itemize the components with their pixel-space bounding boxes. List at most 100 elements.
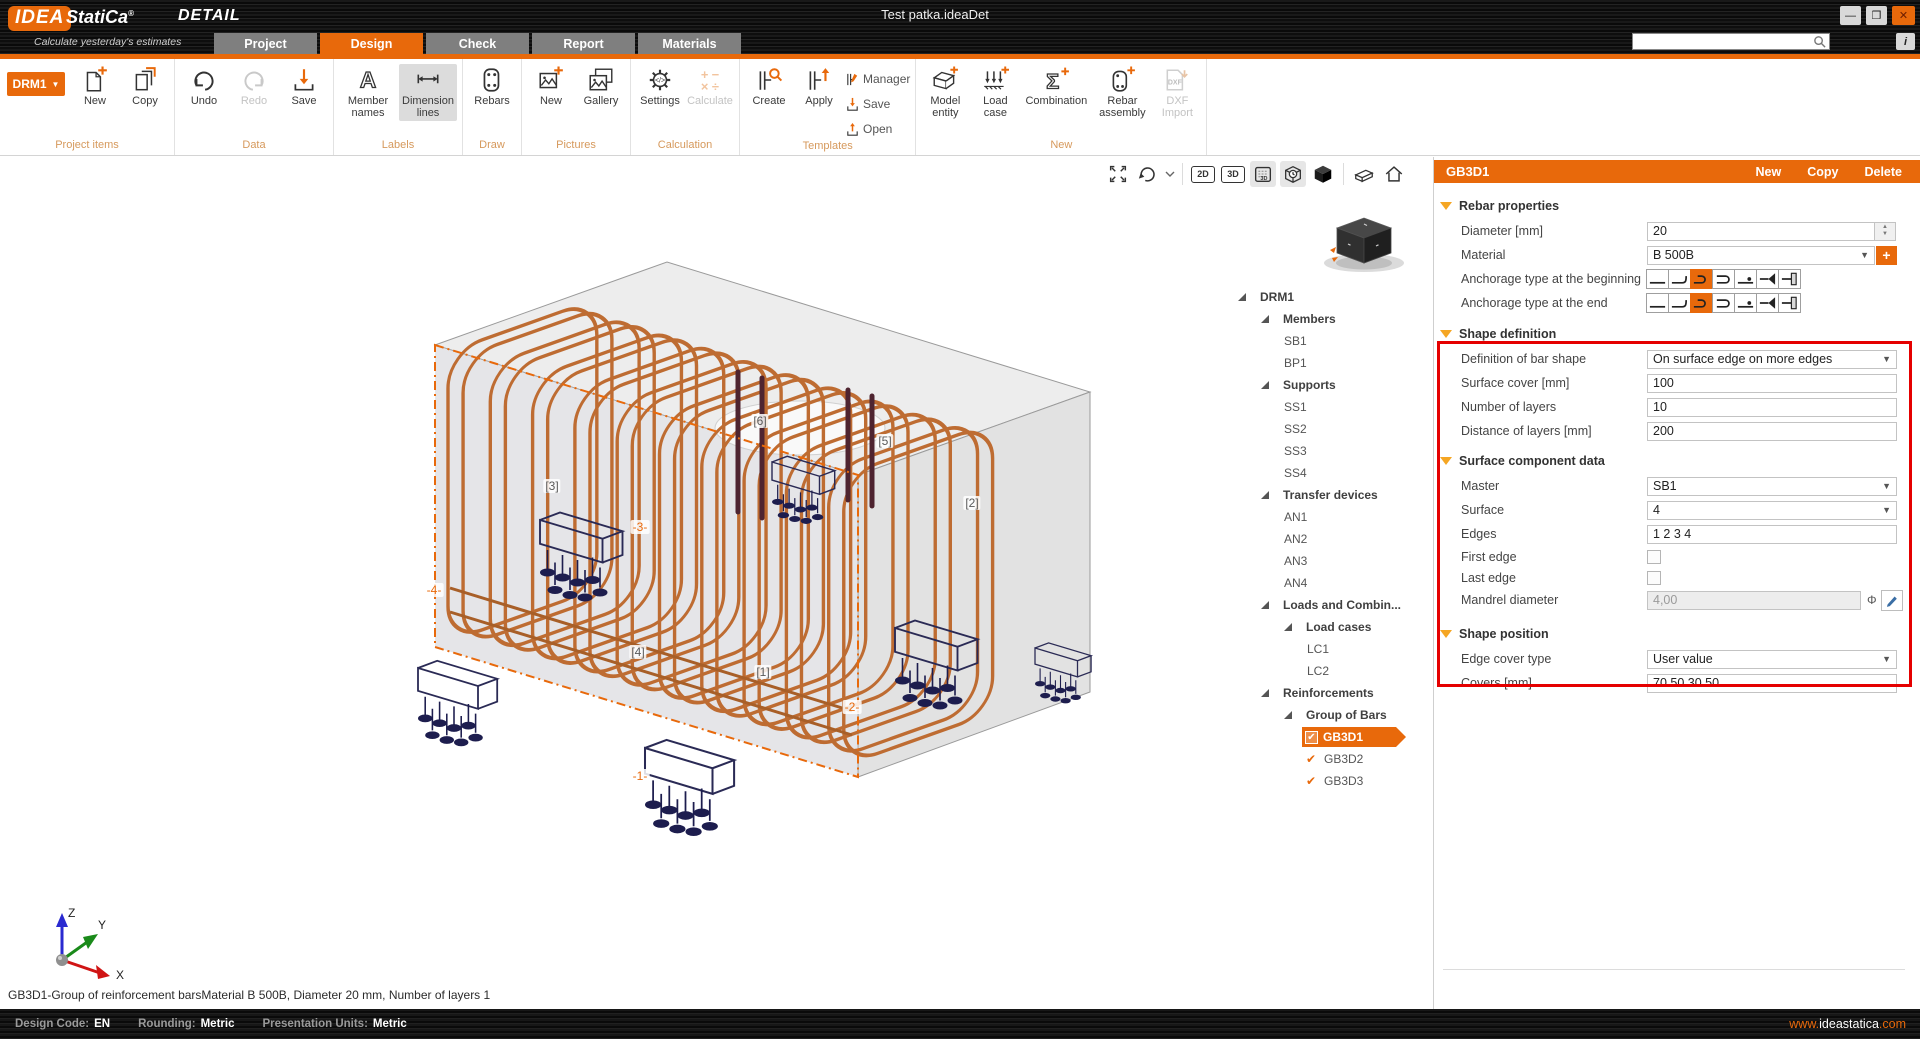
visibility-checkbox[interactable]: ✔ (1306, 774, 1324, 788)
tree-item-ss4[interactable]: SS4 (1238, 462, 1428, 484)
edges-input[interactable] (1647, 525, 1897, 544)
tree-item-gb3d2[interactable]: ✔GB3D2 (1238, 748, 1428, 770)
tree-item-drm1[interactable]: DRM1 (1238, 286, 1428, 308)
template-save-button[interactable]: Save (845, 93, 910, 115)
first-edge-checkbox[interactable] (1647, 550, 1661, 564)
section-surface-component-data[interactable]: Surface component data (1440, 452, 1920, 470)
delete-button[interactable]: Delete (1864, 165, 1902, 179)
anchorage-welded-bar-button[interactable] (1734, 293, 1757, 313)
rotate-view-button[interactable] (1135, 161, 1161, 187)
anchorage-bend-up-button[interactable] (1668, 269, 1691, 289)
tree-item-an3[interactable]: AN3 (1238, 550, 1428, 572)
rebar-assembly-button[interactable]: Rebar assembly (1093, 64, 1151, 121)
anchorage-loop-button[interactable] (1712, 293, 1735, 313)
tab-report[interactable]: Report (532, 33, 635, 54)
expander-icon[interactable] (1261, 689, 1283, 697)
tree-item-an2[interactable]: AN2 (1238, 528, 1428, 550)
tree-item-an1[interactable]: AN1 (1238, 506, 1428, 528)
new-button[interactable]: New (1756, 165, 1782, 179)
dxf-import-button[interactable]: DXF DXF Import (1153, 64, 1201, 121)
member-names-button[interactable]: A Member names (339, 64, 397, 121)
combination-button[interactable]: Σ Combination (1021, 64, 1091, 110)
anchorage-straight-button[interactable] (1646, 269, 1669, 289)
anchorage-straight-button[interactable] (1646, 293, 1669, 313)
dimension-lines-button[interactable]: Dimension lines (399, 64, 457, 121)
view-3d-button[interactable]: 3D (1220, 161, 1246, 187)
tree-item-an4[interactable]: AN4 (1238, 572, 1428, 594)
anchorage-hook-button[interactable] (1690, 269, 1713, 289)
tree-item-loads-and-combinations[interactable]: Loads and Combin... (1238, 594, 1428, 616)
solid-element-button[interactable] (1351, 161, 1377, 187)
expander-icon[interactable] (1284, 623, 1306, 631)
search-input[interactable] (1633, 35, 1813, 48)
new-picture-button[interactable]: New (527, 64, 575, 110)
edge-cover-type-select[interactable]: User value▼ (1647, 650, 1897, 669)
save-button[interactable]: Save (280, 64, 328, 110)
anchorage-plate-button[interactable] (1778, 269, 1801, 289)
mandrel-diameter-input[interactable] (1647, 591, 1861, 610)
minimize-button[interactable]: — (1840, 6, 1861, 25)
surface-select[interactable]: 4▼ (1647, 501, 1897, 520)
template-open-button[interactable]: Open (845, 118, 910, 140)
section-shape-position[interactable]: Shape position (1440, 625, 1920, 643)
copy-button[interactable]: Copy (1807, 165, 1838, 179)
rebars-button[interactable]: Rebars (468, 64, 516, 110)
home-view-button[interactable] (1381, 161, 1407, 187)
diameter-stepper[interactable]: ▲▼ (1875, 222, 1896, 241)
tree-item-members[interactable]: Members (1238, 308, 1428, 330)
tree-item-gb3d3[interactable]: ✔GB3D3 (1238, 770, 1428, 792)
project-item-combo[interactable]: DRM1▼ (7, 72, 65, 96)
tree-item-reinforcements[interactable]: Reinforcements (1238, 682, 1428, 704)
tab-check[interactable]: Check (426, 33, 529, 54)
surface-cover-input[interactable] (1647, 374, 1897, 393)
section-shape-definition[interactable]: Shape definition (1440, 325, 1920, 343)
template-manager-button[interactable]: Manager (845, 68, 910, 90)
tree-item-load-cases[interactable]: Load cases (1238, 616, 1428, 638)
bar-shape-select[interactable]: On surface edge on more edges▼ (1647, 350, 1897, 369)
expander-icon[interactable] (1261, 381, 1283, 389)
template-apply-button[interactable]: Apply (795, 64, 843, 110)
gallery-button[interactable]: Gallery (577, 64, 625, 110)
tab-materials[interactable]: Materials (638, 33, 741, 54)
expander-icon[interactable] (1261, 491, 1283, 499)
navigation-cube[interactable] (1318, 210, 1410, 274)
expander-icon[interactable] (1261, 601, 1283, 609)
distance-of-layers-input[interactable] (1647, 422, 1897, 441)
anchorage-head-button[interactable] (1756, 293, 1779, 313)
expander-icon[interactable] (1261, 315, 1283, 323)
tab-design[interactable]: Design (320, 33, 423, 54)
website-link[interactable]: www.ideastatica.com (1789, 1017, 1906, 1031)
viewport-3d-scene[interactable] (0, 157, 1432, 1009)
anchorage-bend-up-button[interactable] (1668, 293, 1691, 313)
new-project-item-button[interactable]: New (71, 64, 119, 110)
tree-item-lc2[interactable]: LC2 (1238, 660, 1428, 682)
maximize-button[interactable]: ❒ (1866, 6, 1887, 25)
tree-item-bp1[interactable]: BP1 (1238, 352, 1428, 374)
search-box[interactable] (1632, 33, 1830, 50)
transparent-view-button[interactable] (1280, 161, 1306, 187)
visibility-checkbox[interactable]: ✔ (1305, 731, 1318, 744)
tree-item-gb3d1[interactable]: ✔GB3D1 (1238, 726, 1428, 748)
calculate-button[interactable]: +−×÷ Calculate (686, 64, 734, 110)
settings-button[interactable]: </> Settings (636, 64, 684, 110)
copy-project-item-button[interactable]: Copy (121, 64, 169, 110)
material-select[interactable]: B 500B▼ (1647, 246, 1875, 265)
diameter-input[interactable] (1647, 222, 1875, 241)
close-button[interactable]: ✕ (1892, 6, 1915, 25)
rotate-options-chevron[interactable] (1165, 165, 1175, 183)
anchorage-loop-button[interactable] (1712, 269, 1735, 289)
section-rebar-properties[interactable]: Rebar properties (1440, 197, 1920, 215)
anchorage-plate-button[interactable] (1778, 293, 1801, 313)
anchorage-head-button[interactable] (1756, 269, 1779, 289)
expander-icon[interactable] (1284, 711, 1306, 719)
tree-item-ss2[interactable]: SS2 (1238, 418, 1428, 440)
tree-item-transfer-devices[interactable]: Transfer devices (1238, 484, 1428, 506)
edit-mandrel-button[interactable] (1881, 590, 1903, 611)
load-case-button[interactable]: Load case (971, 64, 1019, 121)
view-2d-button[interactable]: 2D (1190, 161, 1216, 187)
number-of-layers-input[interactable] (1647, 398, 1897, 417)
fit-view-button[interactable] (1105, 161, 1131, 187)
add-material-button[interactable]: + (1876, 246, 1897, 265)
covers-input[interactable] (1647, 674, 1897, 693)
tree-item-supports[interactable]: Supports (1238, 374, 1428, 396)
